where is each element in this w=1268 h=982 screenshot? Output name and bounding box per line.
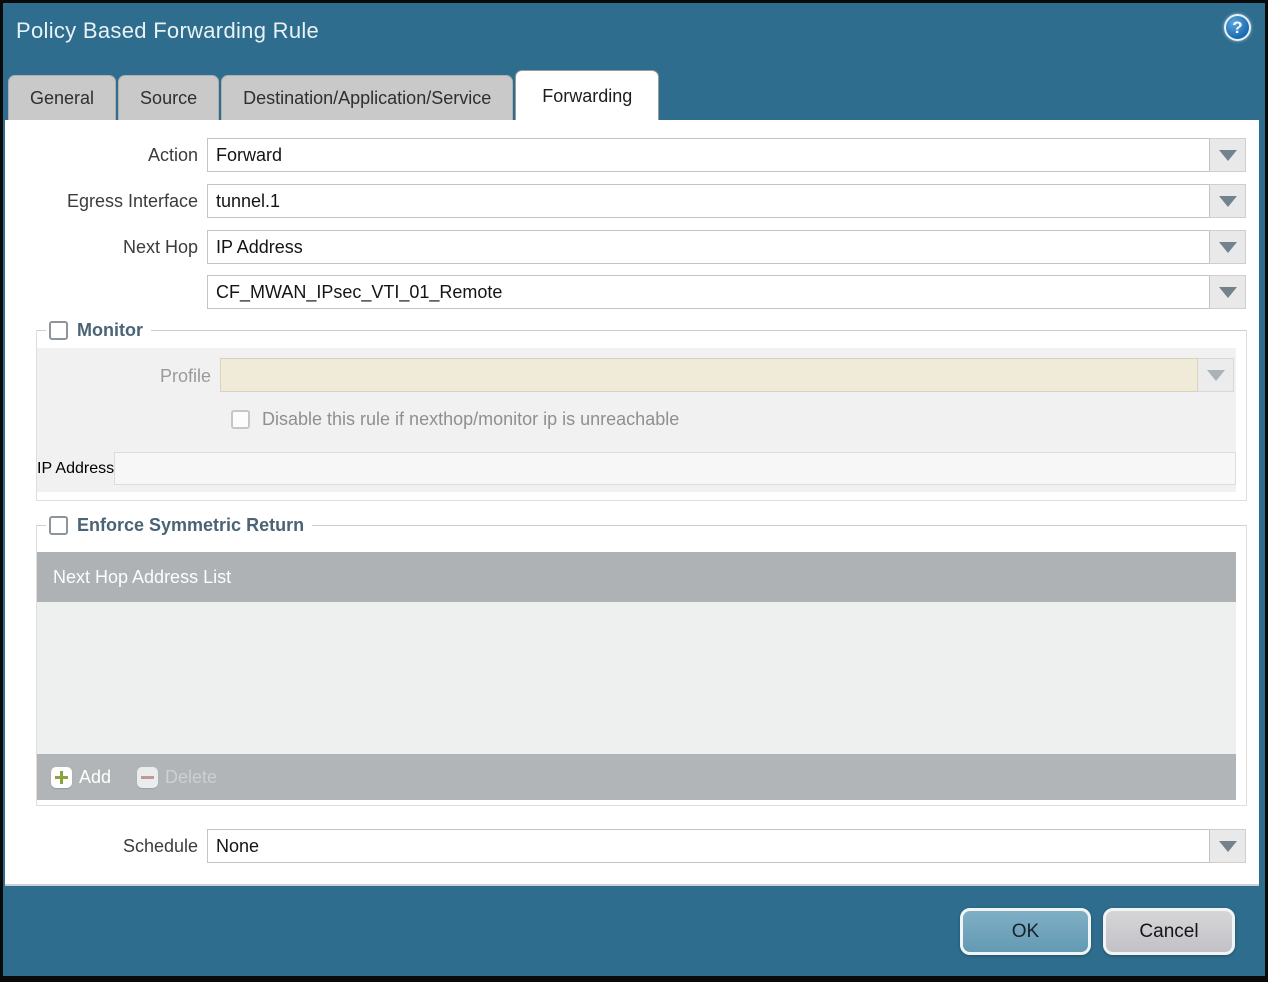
cancel-button[interactable]: Cancel <box>1103 908 1235 955</box>
next-hop-row: Next Hop <box>5 230 1246 264</box>
ok-button[interactable]: OK <box>960 908 1091 955</box>
plus-icon <box>51 766 72 788</box>
next-hop-address-dropdown-button[interactable] <box>1210 275 1246 309</box>
action-label: Action <box>147 145 198 165</box>
profile-dropdown-button <box>1198 358 1234 392</box>
empty-label-spacer <box>5 275 207 309</box>
chevron-down-icon <box>1218 149 1237 161</box>
monitor-ip-input <box>114 452 1236 485</box>
tab-forwarding[interactable]: Forwarding <box>515 70 660 120</box>
enforce-symmetric-return-legend: Enforce Symmetric Return <box>37 513 1246 537</box>
monitor-ip-row: IP Address <box>37 452 1236 485</box>
profile-input <box>220 358 1198 392</box>
chevron-down-icon <box>1218 840 1237 852</box>
add-button-label: Add <box>79 766 112 787</box>
disable-rule-label: Disable this rule if nexthop/monitor ip … <box>262 408 680 429</box>
monitor-panel: Profile Disable this rule if nexthop/mon… <box>37 348 1236 492</box>
enforce-symmetric-return-label: Enforce Symmetric Return <box>77 514 305 535</box>
profile-label: Profile <box>159 366 211 386</box>
delete-button-label: Delete <box>165 766 218 787</box>
delete-button: Delete <box>137 766 218 788</box>
egress-interface-row: Egress Interface <box>5 184 1246 218</box>
disable-rule-row: Disable this rule if nexthop/monitor ip … <box>231 407 1236 431</box>
chevron-down-icon <box>1206 369 1225 381</box>
forwarding-tab-panel: Action Egress Interface Next Hop <box>5 120 1259 886</box>
monitor-legend-label: Monitor <box>77 319 143 340</box>
egress-interface-label: Egress Interface <box>66 191 198 211</box>
chevron-down-icon <box>1218 241 1237 253</box>
add-button[interactable]: Add <box>51 766 112 788</box>
tab-destination-application-service[interactable]: Destination/Application/Service <box>221 75 514 120</box>
next-hop-address-list-toolbar: Add Delete <box>37 754 1236 800</box>
tab-bar: General Source Destination/Application/S… <box>8 70 661 120</box>
egress-interface-dropdown-button[interactable] <box>1210 184 1246 218</box>
minus-icon <box>137 766 159 788</box>
enforce-symmetric-return-checkbox[interactable] <box>49 515 68 535</box>
next-hop-type-dropdown-button[interactable] <box>1210 230 1246 264</box>
monitor-checkbox[interactable] <box>49 320 68 340</box>
tab-source[interactable]: Source <box>118 75 220 120</box>
monitor-legend: Monitor <box>37 318 1246 342</box>
help-icon[interactable]: ? <box>1224 14 1251 41</box>
next-hop-address-list-body <box>37 602 1236 754</box>
chevron-down-icon <box>1218 286 1237 298</box>
policy-based-forwarding-dialog: Policy Based Forwarding Rule ? General S… <box>3 3 1265 976</box>
next-hop-address-list-header: Next Hop Address List <box>37 552 1236 602</box>
monitor-ip-label: IP Address <box>37 460 115 477</box>
next-hop-type-input[interactable] <box>207 230 1210 264</box>
legend-line <box>312 524 1246 526</box>
dialog-title: Policy Based Forwarding Rule <box>16 18 320 43</box>
legend-line <box>37 329 46 331</box>
schedule-dropdown-button[interactable] <box>1210 829 1246 863</box>
schedule-input[interactable] <box>207 829 1210 863</box>
disable-rule-checkbox <box>231 409 250 429</box>
next-hop-label: Next Hop <box>122 237 198 257</box>
schedule-row: Schedule <box>5 829 1246 863</box>
chevron-down-icon <box>1218 195 1237 207</box>
next-hop-address-row <box>5 275 1246 309</box>
profile-row: Profile <box>37 358 1236 394</box>
next-hop-address-input[interactable] <box>207 275 1210 309</box>
title-bar: Policy Based Forwarding Rule ? <box>3 3 1265 67</box>
monitor-section: Monitor Profile Disable this rule if nex… <box>36 320 1247 501</box>
schedule-label: Schedule <box>122 836 198 856</box>
legend-line <box>37 524 46 526</box>
egress-interface-input[interactable] <box>207 184 1210 218</box>
tab-general[interactable]: General <box>8 75 117 120</box>
action-dropdown-button[interactable] <box>1210 138 1246 172</box>
enforce-symmetric-return-section: Enforce Symmetric Return Next Hop Addres… <box>36 515 1247 806</box>
action-input[interactable] <box>207 138 1210 172</box>
next-hop-address-list-table: Next Hop Address List Add Delete <box>37 552 1236 800</box>
legend-line <box>150 329 1246 331</box>
action-row: Action <box>5 138 1246 172</box>
